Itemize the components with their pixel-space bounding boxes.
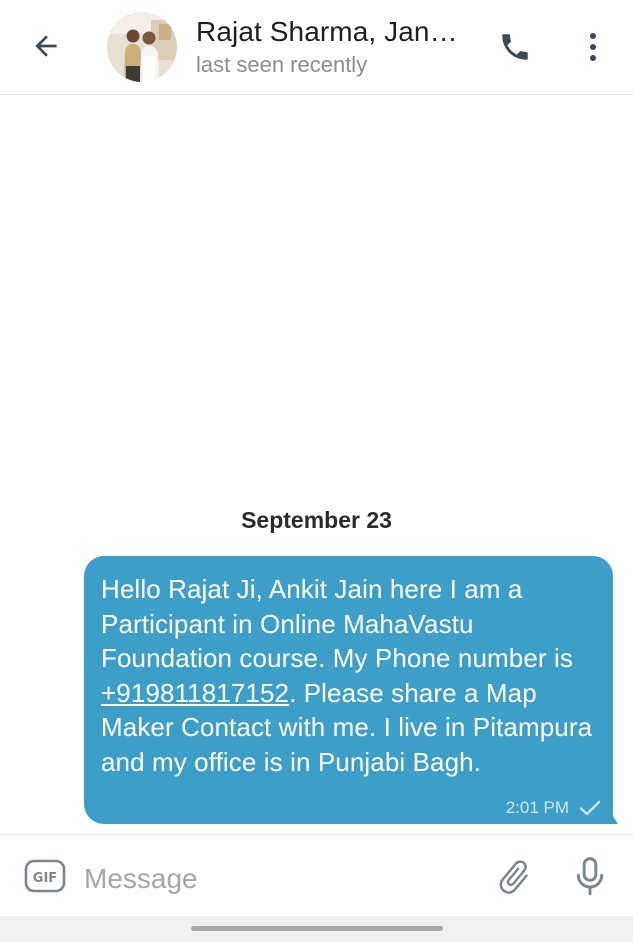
message-meta: 2:01 PM: [506, 798, 601, 818]
message-input[interactable]: [84, 859, 464, 899]
chat-header: Rajat Sharma, Jan… last seen recently: [0, 0, 633, 95]
attach-button[interactable]: [494, 857, 534, 897]
back-button[interactable]: [24, 26, 68, 66]
phone-number-link[interactable]: +919811817152: [101, 678, 289, 708]
message-composer: GIF: [0, 834, 633, 917]
profile-photo: [107, 12, 177, 82]
paperclip-icon: [499, 860, 529, 894]
phone-icon: [502, 34, 528, 60]
more-vertical-icon: [590, 33, 596, 61]
date-separator: September 23: [241, 507, 392, 533]
single-check-icon: [579, 800, 601, 816]
home-indicator[interactable]: [191, 926, 443, 931]
voice-record-button[interactable]: [570, 855, 610, 899]
call-button[interactable]: [494, 27, 536, 67]
gif-button[interactable]: GIF: [24, 859, 66, 893]
message-text: Hello Rajat Ji, Ankit Jain here I am a P…: [101, 572, 595, 780]
microphone-icon: [576, 857, 604, 896]
gif-icon: GIF: [24, 859, 66, 893]
more-options-button[interactable]: [575, 27, 611, 67]
svg-text:GIF: GIF: [33, 871, 57, 886]
bubble-tail: [606, 806, 618, 824]
back-arrow-icon: [35, 35, 57, 57]
message-text-part: Hello Rajat Ji, Ankit Jain here I am a P…: [101, 574, 573, 674]
system-navigation-bar: [0, 916, 633, 942]
avatar[interactable]: [107, 12, 177, 82]
chat-title[interactable]: Rajat Sharma, Jan…: [196, 16, 476, 48]
outgoing-message-bubble[interactable]: Hello Rajat Ji, Ankit Jain here I am a P…: [84, 556, 613, 824]
message-time: 2:01 PM: [505, 798, 569, 817]
last-seen-status: last seen recently: [196, 52, 368, 77]
message-list[interactable]: September 23 Hello Rajat Ji, Ankit Jain …: [0, 95, 633, 833]
